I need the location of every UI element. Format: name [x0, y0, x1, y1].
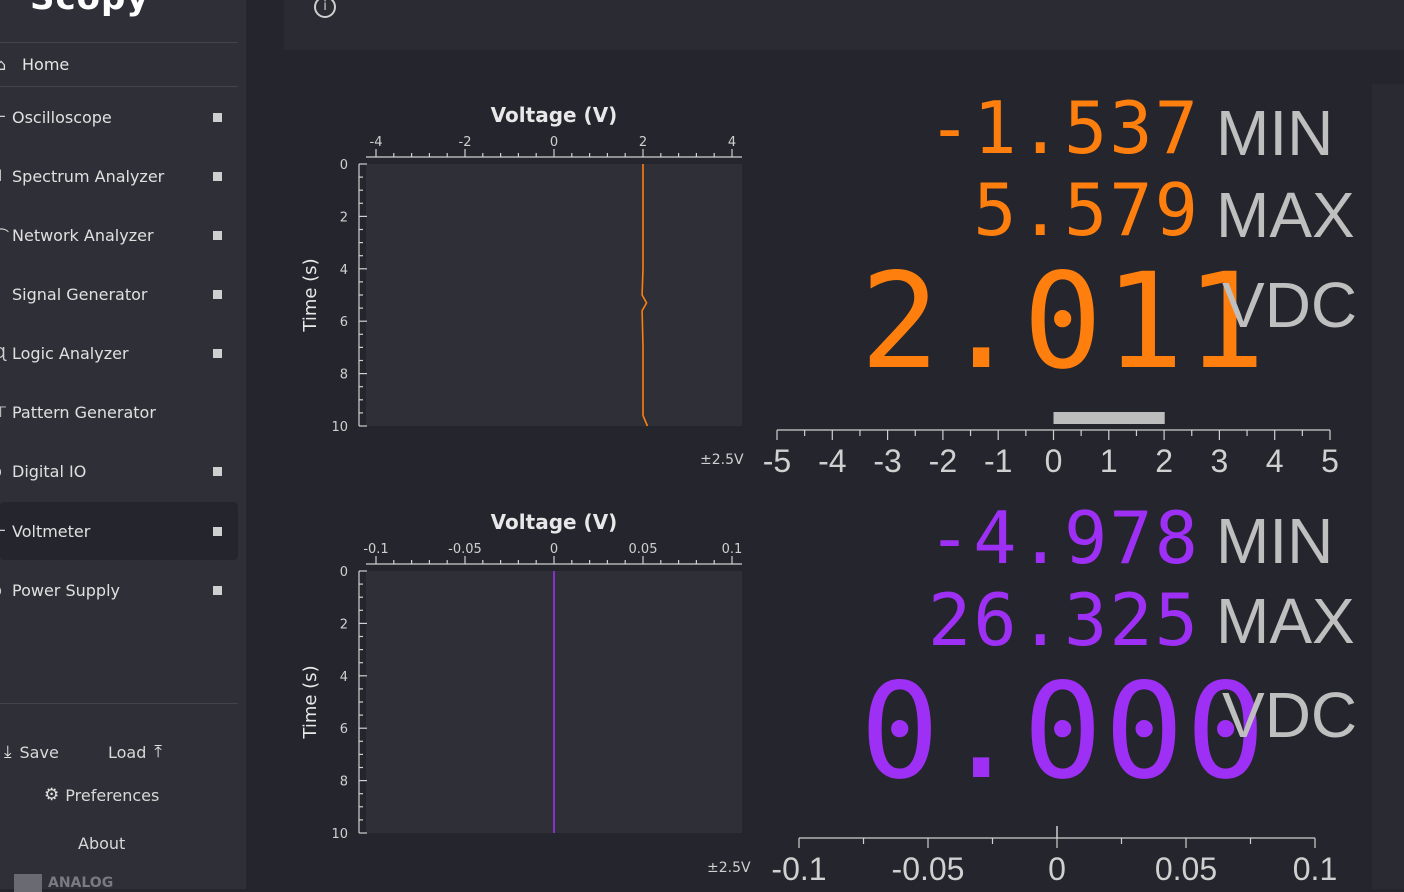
ch1-value-readout: 2.011 — [860, 245, 1268, 399]
ch1-scale-tick-label: 2 — [1155, 443, 1173, 479]
ch1-scale-tick-label: -4 — [818, 443, 846, 479]
ch1-scale-tick-label: 1 — [1100, 443, 1118, 479]
ch1-scale-value-bar — [1053, 412, 1165, 424]
ch2-min-label: MIN — [1216, 505, 1334, 577]
ch1-scale-tick-label: -5 — [763, 443, 791, 479]
ch1-scale-tick-label: -1 — [984, 443, 1012, 479]
ch1-min-readout: -1.537 — [927, 86, 1200, 170]
ch2-range-label: ±2.5V — [707, 860, 751, 876]
ch1-history-plot-area — [366, 164, 742, 426]
ch1-history-y-tick-label: 10 — [331, 420, 348, 435]
ch1-history-y-axis-title: Time (s) — [300, 258, 321, 332]
ch2-scale-tick-label: 0.05 — [1155, 851, 1217, 887]
ch1-history-x-tick-label: -2 — [459, 135, 472, 150]
ch1-scale-tick-label: -3 — [873, 443, 901, 479]
ch1-history-y-tick-label: 6 — [340, 315, 348, 330]
ch2-scale-tick-label: -0.1 — [771, 851, 826, 887]
ch1-history-x-tick-label: 2 — [639, 135, 647, 150]
ch2-history-y-tick-label: 2 — [340, 617, 348, 632]
ch2-history-y-axis-title: Time (s) — [300, 665, 321, 739]
ch2-scale-tick-label: -0.05 — [892, 851, 965, 887]
ch1-history-x-tick-label: -4 — [370, 135, 383, 150]
ch2-history-x-tick-label: -0.05 — [448, 542, 482, 557]
ch1-unit-label: VDC — [1222, 269, 1358, 341]
ch2-unit-label: VDC — [1222, 679, 1358, 751]
ch2-history-y-tick-label: 8 — [340, 775, 348, 790]
ch1-history-y-tick-label: 2 — [340, 210, 348, 225]
ch1-history-x-tick-label: 4 — [728, 135, 736, 150]
ch1-range-label: ±2.5V — [700, 452, 744, 468]
ch2-max-readout: 26.325 — [927, 578, 1200, 662]
ch2-history-y-tick-label: 4 — [340, 670, 348, 685]
ch2-history-y-tick-label: 0 — [340, 565, 348, 580]
ch1-history-y-tick-label: 8 — [340, 368, 348, 383]
ch1-max-label: MAX — [1216, 179, 1355, 251]
ch2-value-readout: 0.000 — [860, 655, 1268, 809]
ch2-history-x-tick-label: 0 — [550, 542, 558, 557]
ch1-min-label: MIN — [1216, 97, 1334, 169]
ch2-max-label: MAX — [1216, 585, 1355, 657]
ch1-scale-tick-label: 3 — [1211, 443, 1229, 479]
ch2-history-x-tick-label: 0.05 — [629, 542, 658, 557]
ch1-history-y-tick-label: 0 — [340, 158, 348, 173]
ch2-scale-tick-label: 0 — [1048, 851, 1066, 887]
ch1-history-title: Voltage (V) — [491, 103, 618, 127]
ch2-scale-tick-label: 0.1 — [1293, 851, 1337, 887]
ch1-history-y-tick-label: 4 — [340, 263, 348, 278]
ch1-history-x-tick-label: 0 — [550, 135, 558, 150]
ch2-history-x-tick-label: -0.1 — [363, 542, 388, 557]
ch1-scale-tick-label: 0 — [1045, 443, 1063, 479]
ch1-scale-tick-label: -2 — [929, 443, 957, 479]
ch2-history-x-tick-label: 0.1 — [722, 542, 743, 557]
ch2-history-y-tick-label: 6 — [340, 722, 348, 737]
ch1-scale-tick-label: 5 — [1321, 443, 1339, 479]
ch1-max-readout: 5.579 — [973, 168, 1200, 252]
ch1-scale-tick-label: 4 — [1266, 443, 1284, 479]
ch2-history-title: Voltage (V) — [491, 510, 618, 534]
ch2-min-readout: -4.978 — [927, 496, 1200, 580]
ch2-history-y-tick-label: 10 — [331, 827, 348, 842]
